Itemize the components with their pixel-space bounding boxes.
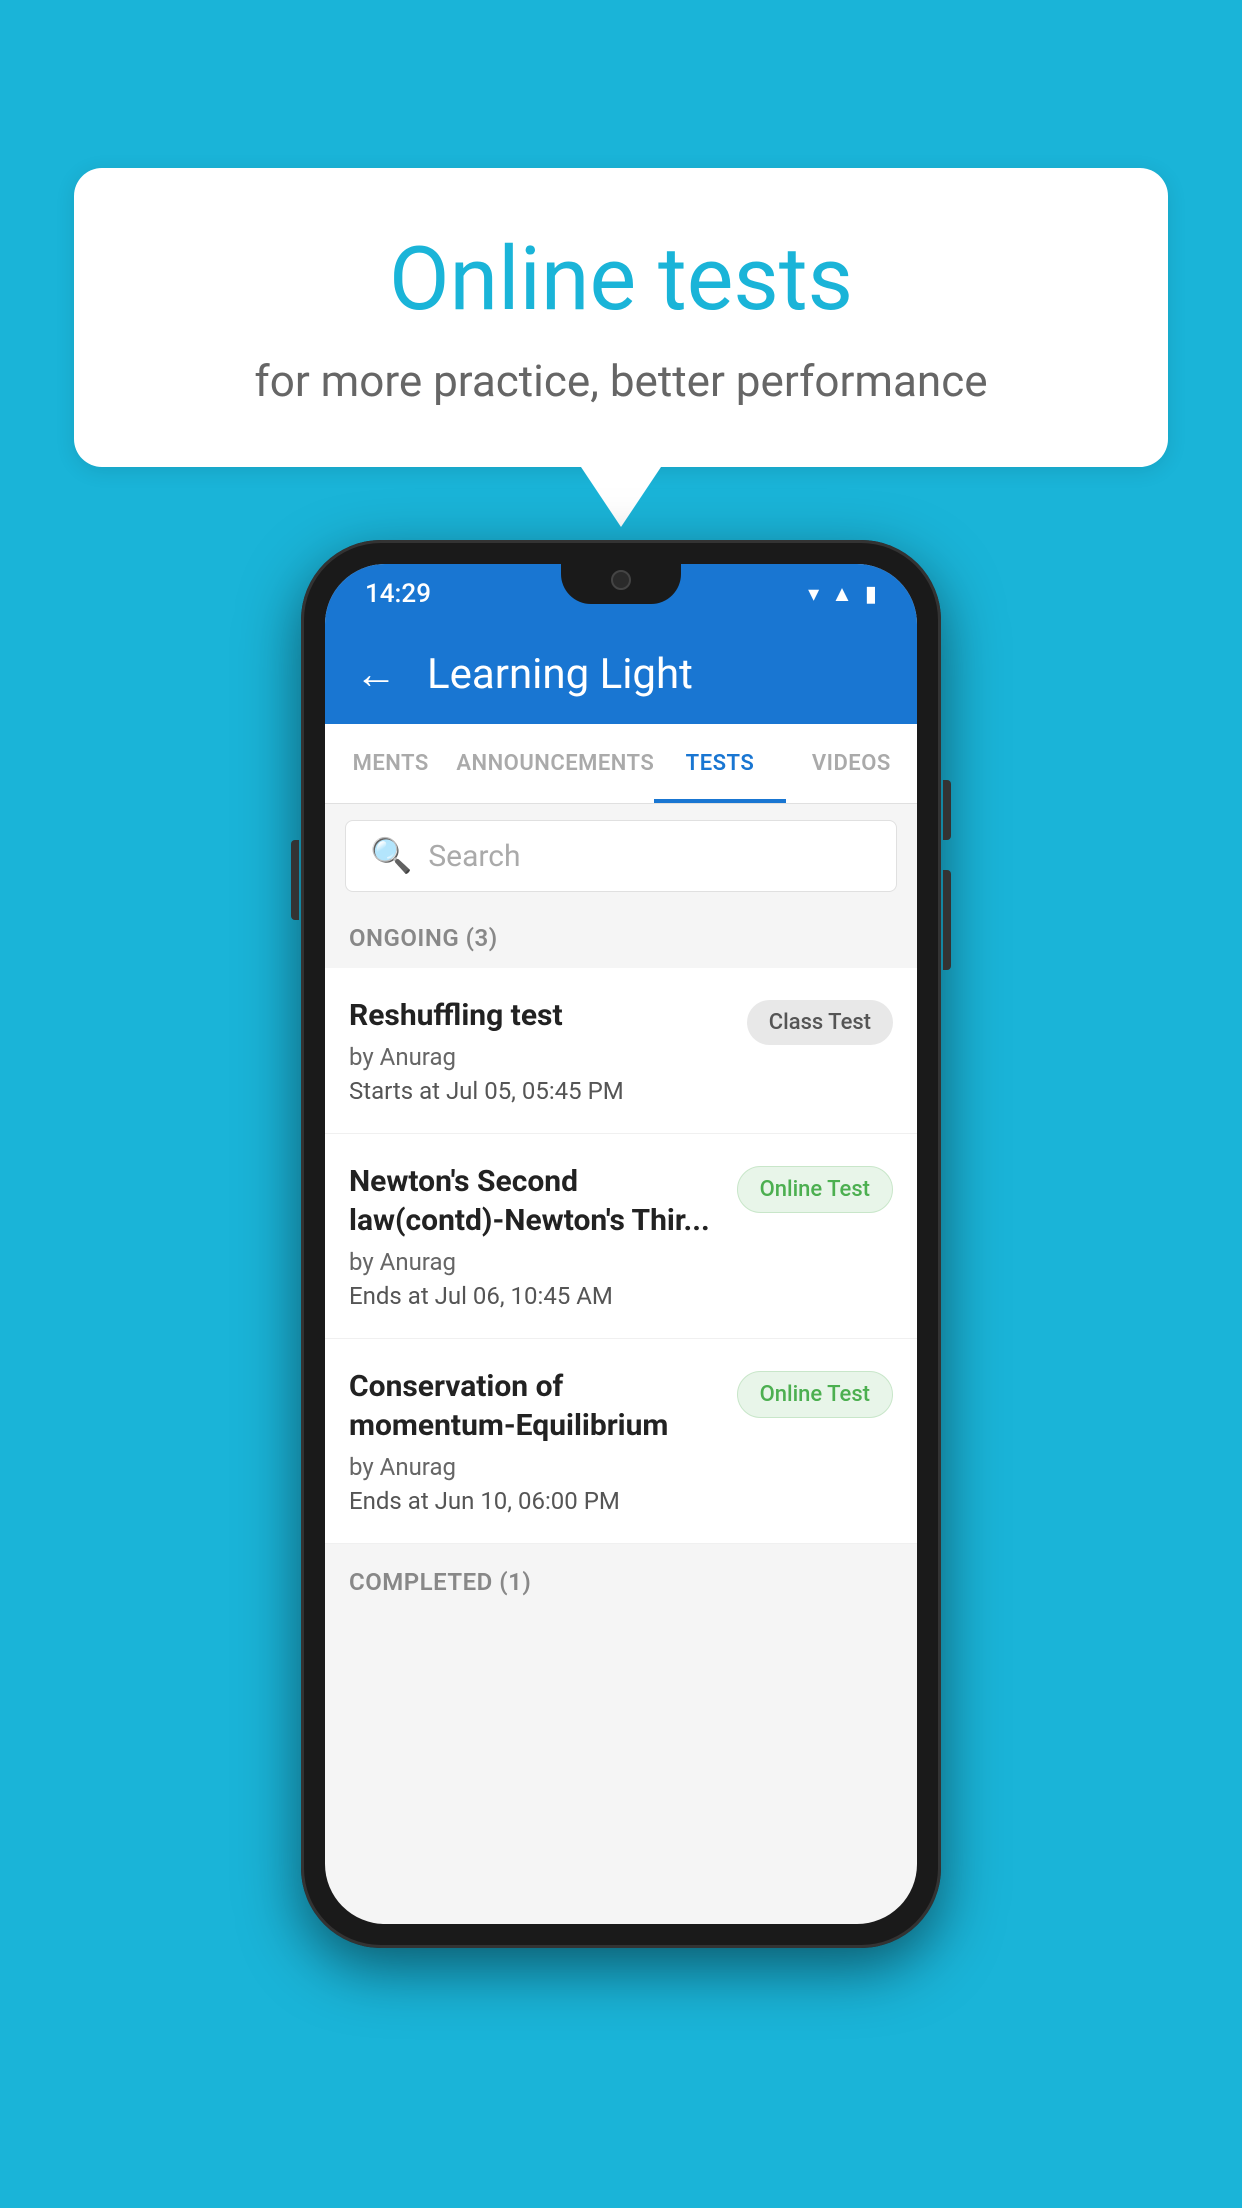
test-title-3: Conservation of momentum-Equilibrium bbox=[349, 1367, 721, 1445]
test-item-3[interactable]: Conservation of momentum-Equilibrium by … bbox=[325, 1339, 917, 1544]
test-title-2: Newton's Second law(contd)-Newton's Thir… bbox=[349, 1162, 721, 1240]
back-button[interactable]: ← bbox=[355, 650, 397, 699]
power-button-top bbox=[943, 780, 951, 840]
phone-container: 14:29 ▾ ▲ ▮ ← Learning Light MENTS ANNOU… bbox=[301, 540, 941, 1948]
completed-section-header: COMPLETED (1) bbox=[325, 1552, 917, 1612]
ongoing-section-header: ONGOING (3) bbox=[325, 908, 917, 968]
phone-screen: 14:29 ▾ ▲ ▮ ← Learning Light MENTS ANNOU… bbox=[325, 564, 917, 1924]
search-bar[interactable]: 🔍 Search bbox=[345, 820, 897, 892]
test-badge-2: Online Test bbox=[737, 1166, 893, 1213]
tab-ments[interactable]: MENTS bbox=[325, 724, 456, 803]
test-info-1: Reshuffling test by Anurag Starts at Jul… bbox=[349, 996, 747, 1105]
test-info-2: Newton's Second law(contd)-Newton's Thir… bbox=[349, 1162, 737, 1310]
test-author-3: by Anurag bbox=[349, 1453, 721, 1481]
test-info-3: Conservation of momentum-Equilibrium by … bbox=[349, 1367, 737, 1515]
speech-bubble-tail bbox=[581, 467, 661, 527]
app-title: Learning Light bbox=[427, 650, 693, 699]
test-author-1: by Anurag bbox=[349, 1043, 731, 1071]
test-list: Reshuffling test by Anurag Starts at Jul… bbox=[325, 968, 917, 1544]
status-icons: ▾ ▲ ▮ bbox=[808, 581, 877, 607]
search-input[interactable]: Search bbox=[428, 839, 520, 874]
search-container: 🔍 Search bbox=[325, 804, 917, 908]
speech-bubble-title: Online tests bbox=[154, 228, 1088, 331]
speech-bubble-subtitle: for more practice, better performance bbox=[154, 355, 1088, 407]
battery-icon: ▮ bbox=[865, 582, 877, 607]
test-author-2: by Anurag bbox=[349, 1248, 721, 1276]
status-time: 14:29 bbox=[365, 579, 431, 609]
test-item-1[interactable]: Reshuffling test by Anurag Starts at Jul… bbox=[325, 968, 917, 1134]
test-time-1: Starts at Jul 05, 05:45 PM bbox=[349, 1077, 731, 1105]
volume-button bbox=[291, 840, 299, 920]
test-badge-3: Online Test bbox=[737, 1371, 893, 1418]
tab-bar: MENTS ANNOUNCEMENTS TESTS VIDEOS bbox=[325, 724, 917, 804]
search-icon: 🔍 bbox=[370, 836, 412, 876]
tab-videos[interactable]: VIDEOS bbox=[786, 724, 917, 803]
wifi-icon: ▾ bbox=[808, 582, 819, 607]
signal-icon: ▲ bbox=[831, 581, 853, 607]
test-badge-1: Class Test bbox=[747, 1000, 893, 1045]
test-title-1: Reshuffling test bbox=[349, 996, 731, 1035]
test-item-2[interactable]: Newton's Second law(contd)-Newton's Thir… bbox=[325, 1134, 917, 1339]
tab-tests[interactable]: TESTS bbox=[654, 724, 785, 803]
test-time-3: Ends at Jun 10, 06:00 PM bbox=[349, 1487, 721, 1515]
app-header: ← Learning Light bbox=[325, 624, 917, 724]
phone-outer: 14:29 ▾ ▲ ▮ ← Learning Light MENTS ANNOU… bbox=[301, 540, 941, 1948]
power-button-bottom bbox=[943, 870, 951, 970]
phone-camera bbox=[611, 570, 631, 590]
speech-bubble-container: Online tests for more practice, better p… bbox=[74, 168, 1168, 527]
speech-bubble: Online tests for more practice, better p… bbox=[74, 168, 1168, 467]
test-time-2: Ends at Jul 06, 10:45 AM bbox=[349, 1282, 721, 1310]
tab-announcements[interactable]: ANNOUNCEMENTS bbox=[456, 724, 654, 803]
